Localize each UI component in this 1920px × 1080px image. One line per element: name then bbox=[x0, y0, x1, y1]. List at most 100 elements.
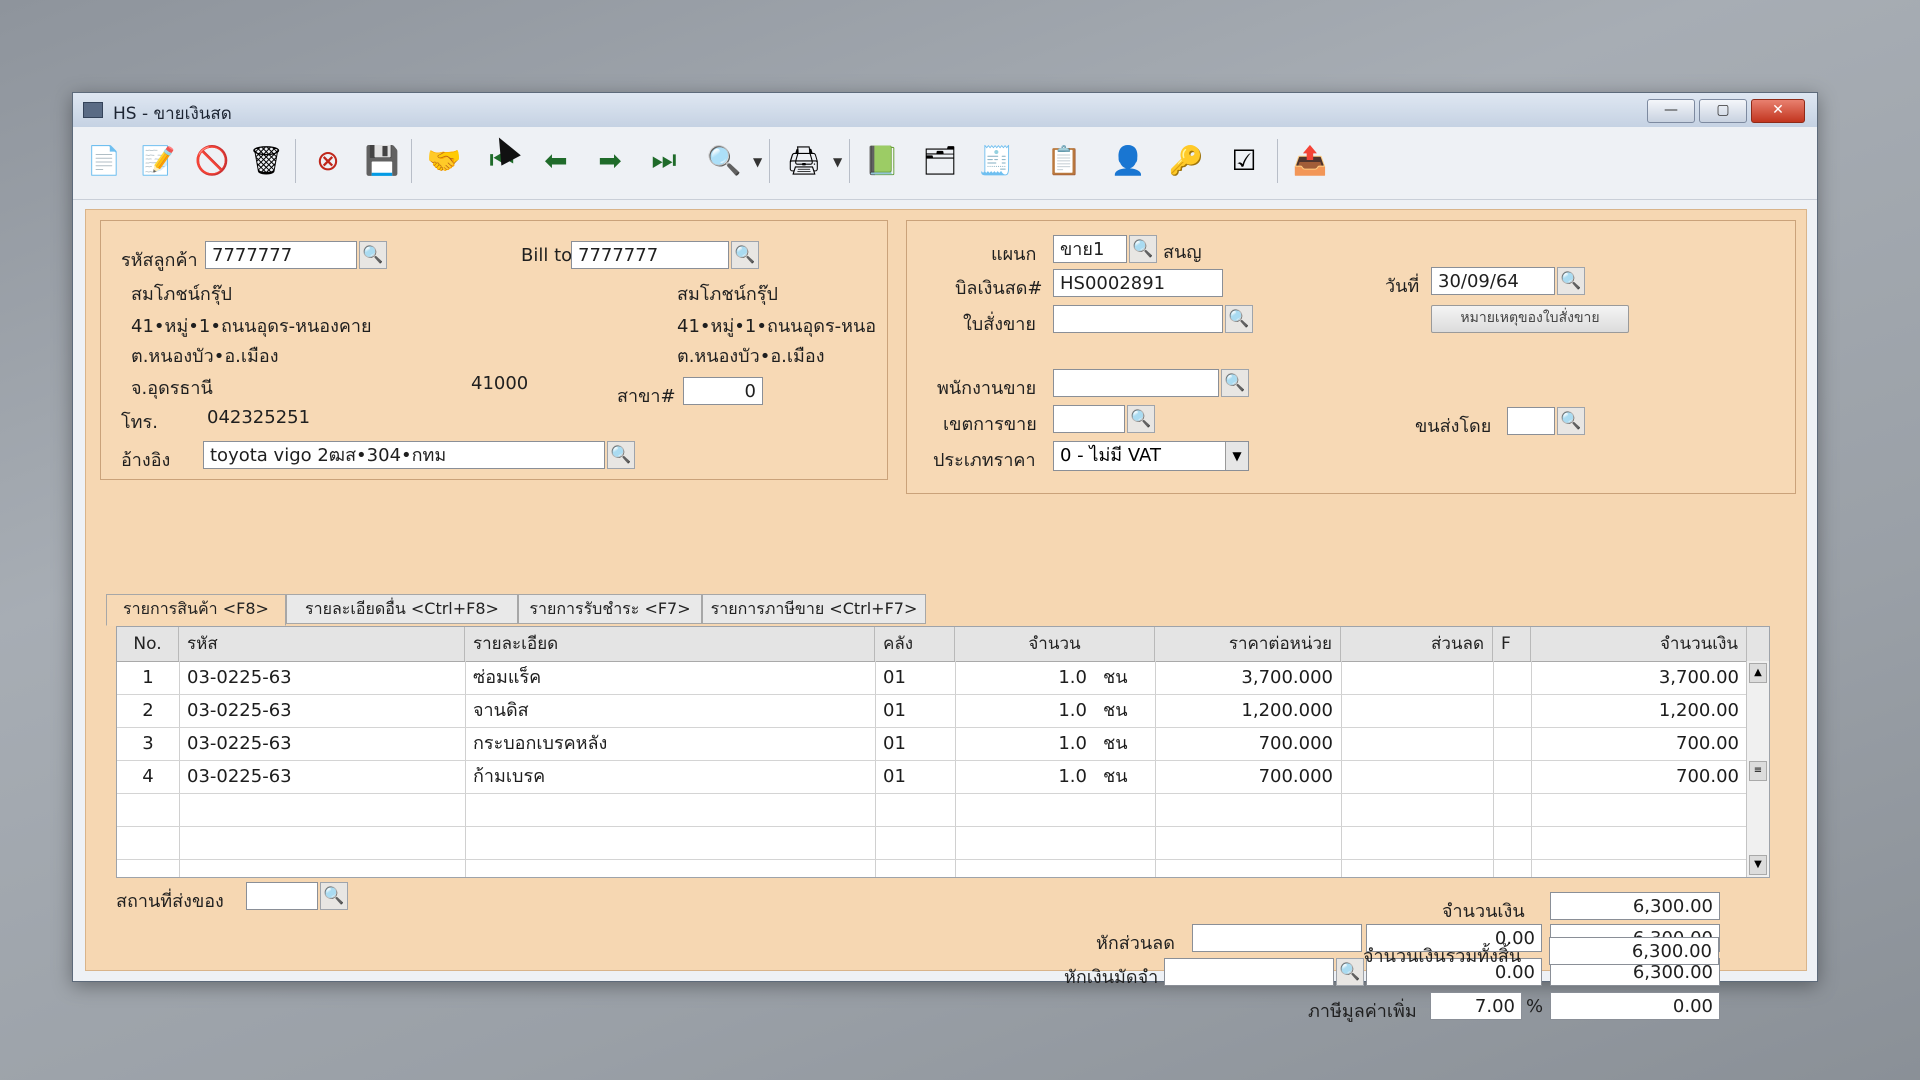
sd-icon[interactable]: 🧾 bbox=[973, 137, 1019, 183]
department-input[interactable]: ขาย1 bbox=[1053, 235, 1127, 263]
customer-panel: รหัสลูกค้า 7777777 🔍 สมโภชน์กรุ๊ป 41•หมู… bbox=[100, 220, 888, 480]
customer-code-input[interactable]: 7777777 bbox=[205, 241, 357, 269]
customer-code-label: รหัสลูกค้า bbox=[121, 250, 198, 271]
col-amount[interactable]: จำนวนเงิน bbox=[1531, 627, 1747, 661]
key-ok-icon[interactable]: 🔑 bbox=[1163, 137, 1209, 183]
table-row-empty[interactable] bbox=[117, 826, 1747, 860]
items-grid[interactable]: No. รหัส รายละเอียด คลัง จำนวน ราคาต่อหน… bbox=[116, 626, 1770, 878]
date-input[interactable]: 30/09/64 bbox=[1431, 267, 1555, 295]
grid-scrollbar[interactable]: ▲ ≡ ▼ bbox=[1746, 661, 1769, 877]
cell-unit: ชน bbox=[1103, 733, 1128, 754]
table-row[interactable]: 2 03-0225-63 จานดิส 01 1.0 ชน 1,200.000 … bbox=[117, 694, 1747, 728]
col-code[interactable]: รหัส bbox=[179, 627, 465, 661]
search-icon[interactable]: 🔍 bbox=[1557, 267, 1585, 295]
cell-amount: 700.00 bbox=[1676, 733, 1739, 754]
amount-label: จำนวนเงิน bbox=[1442, 901, 1525, 922]
search-icon[interactable]: 🔍 bbox=[1336, 958, 1364, 986]
cell-discount bbox=[1341, 661, 1493, 694]
hand-icon[interactable]: 🤝 bbox=[421, 137, 467, 183]
branch-input[interactable]: 0 bbox=[683, 377, 763, 405]
sales-order-input[interactable] bbox=[1053, 305, 1223, 333]
tab-items[interactable]: รายการสินค้า <F8> bbox=[106, 594, 286, 626]
search-icon[interactable]: 🔍 bbox=[1225, 305, 1253, 333]
discount-text-input[interactable] bbox=[1192, 924, 1362, 952]
cell-no: 4 bbox=[142, 766, 154, 787]
cancel-icon[interactable]: ⊗ bbox=[305, 137, 351, 183]
next-record-icon[interactable]: ➡ bbox=[587, 137, 633, 183]
save-icon[interactable]: 💾 bbox=[359, 137, 405, 183]
department-label: แผนก bbox=[991, 244, 1037, 265]
department-name: สนญ bbox=[1163, 242, 1202, 263]
chevron-down-icon[interactable]: ▼ bbox=[833, 155, 842, 169]
search-doc-icon[interactable]: 🔍 bbox=[701, 137, 747, 183]
last-record-icon[interactable]: ⏭ bbox=[641, 137, 687, 183]
approve-ok-icon[interactable]: 👤 bbox=[1105, 137, 1151, 183]
main-window: HS - ขายเงินสด — ▢ ✕ 📄 📝 🚫 🗑 ⊗ 💾 🤝 ⏮ ⬅ ➡… bbox=[72, 92, 1818, 1022]
deposit-text-input[interactable] bbox=[1164, 958, 1334, 986]
search-icon[interactable]: 🔍 bbox=[607, 441, 635, 469]
table-row[interactable]: 4 03-0225-63 ก้ามเบรค 01 1.0 ชน 700.000 … bbox=[117, 760, 1747, 794]
search-icon[interactable]: 🔍 bbox=[1129, 235, 1157, 263]
cell-quantity: 1.0 bbox=[1058, 700, 1087, 721]
title-bar[interactable]: HS - ขายเงินสด — ▢ ✕ bbox=[73, 93, 1817, 128]
bill-number-label: บิลเงินสด# bbox=[955, 278, 1043, 299]
col-discount[interactable]: ส่วนลด bbox=[1341, 627, 1493, 661]
card-icon[interactable]: 🗂 bbox=[917, 137, 963, 183]
bill-number-input[interactable]: HS0002891 bbox=[1053, 269, 1223, 297]
salesman-input[interactable] bbox=[1053, 369, 1219, 397]
tab-sales-tax[interactable]: รายการภาษีขาย <Ctrl+F7> bbox=[702, 594, 926, 624]
price-type-value: 0 - ไม่มี VAT bbox=[1060, 445, 1161, 466]
price-type-select[interactable]: 0 - ไม่มี VAT ▼ bbox=[1053, 441, 1249, 471]
cell-unit-price: 700.000 bbox=[1258, 766, 1333, 787]
redline-icon[interactable]: 📋 bbox=[1041, 137, 1087, 183]
sales-area-label: เขตการขาย bbox=[943, 414, 1037, 435]
search-icon[interactable]: 🔍 bbox=[731, 241, 759, 269]
cell-code: 03-0225-63 bbox=[187, 700, 292, 721]
minimize-button[interactable]: — bbox=[1647, 99, 1695, 123]
chevron-down-icon[interactable]: ▼ bbox=[753, 155, 762, 169]
search-icon[interactable]: 🔍 bbox=[1557, 407, 1585, 435]
col-warehouse[interactable]: คลัง bbox=[875, 627, 955, 661]
prev-record-icon[interactable]: ⬅ bbox=[533, 137, 579, 183]
bill-to-name: สมโภชน์กรุ๊ป bbox=[677, 284, 778, 305]
close-button[interactable]: ✕ bbox=[1751, 99, 1805, 123]
ship-place-input[interactable] bbox=[246, 882, 318, 910]
search-icon[interactable]: 🔍 bbox=[1221, 369, 1249, 397]
col-unit-price[interactable]: ราคาต่อหน่วย bbox=[1155, 627, 1341, 661]
search-icon[interactable]: 🔍 bbox=[1127, 405, 1155, 433]
note-icon[interactable]: 📗 bbox=[859, 137, 905, 183]
bill-to-input[interactable]: 7777777 bbox=[571, 241, 729, 269]
tab-payments[interactable]: รายการรับชำระ <F7> bbox=[518, 594, 702, 624]
search-icon[interactable]: 🔍 bbox=[359, 241, 387, 269]
table-row[interactable]: 1 03-0225-63 ซ่อมแร็ค 01 1.0 ชน 3,700.00… bbox=[117, 661, 1747, 695]
scroll-down-icon[interactable]: ▼ bbox=[1749, 855, 1767, 875]
table-row-empty[interactable] bbox=[117, 793, 1747, 827]
search-icon[interactable]: 🔍 bbox=[320, 882, 348, 910]
ship-by-input[interactable] bbox=[1507, 407, 1555, 435]
scroll-thumb[interactable]: ≡ bbox=[1749, 761, 1767, 781]
void-icon[interactable]: 🚫 bbox=[189, 137, 235, 183]
chevron-down-icon[interactable]: ▼ bbox=[1225, 442, 1248, 470]
scroll-up-icon[interactable]: ▲ bbox=[1749, 663, 1767, 683]
col-no[interactable]: No. bbox=[117, 627, 179, 661]
trash-icon[interactable]: 🗑 bbox=[243, 137, 289, 183]
tab-other-details[interactable]: รายละเอียดอื่น <Ctrl+F8> bbox=[286, 594, 518, 624]
sales-area-input[interactable] bbox=[1053, 405, 1125, 433]
maximize-button[interactable]: ▢ bbox=[1699, 99, 1747, 123]
cell-no: 2 bbox=[142, 700, 154, 721]
col-f[interactable]: F bbox=[1493, 627, 1531, 661]
vat-rate-input[interactable]: 7.00 bbox=[1430, 992, 1522, 1020]
export-icon[interactable]: 📤 bbox=[1287, 137, 1333, 183]
printer-icon[interactable]: 🖨 bbox=[781, 137, 827, 183]
order-note-button[interactable]: หมายเหตุของใบสั่งขาย bbox=[1431, 305, 1629, 333]
cell-no: 3 bbox=[142, 733, 154, 754]
table-row[interactable]: 3 03-0225-63 กระบอกเบรคหลัง 01 1.0 ชน 70… bbox=[117, 727, 1747, 761]
edit-icon[interactable]: 📝 bbox=[135, 137, 181, 183]
reference-input[interactable]: toyota vigo 2ฒส•304•กทม bbox=[203, 441, 605, 469]
col-description[interactable]: รายละเอียด bbox=[465, 627, 875, 661]
cell-description: ซ่อมแร็ค bbox=[473, 667, 542, 688]
col-quantity[interactable]: จำนวน bbox=[955, 627, 1155, 661]
doc-ok-icon[interactable]: ☑ bbox=[1221, 137, 1267, 183]
new-doc-icon[interactable]: 📄 bbox=[81, 137, 127, 183]
customer-address-3: จ.อุดรธานี bbox=[131, 378, 213, 399]
